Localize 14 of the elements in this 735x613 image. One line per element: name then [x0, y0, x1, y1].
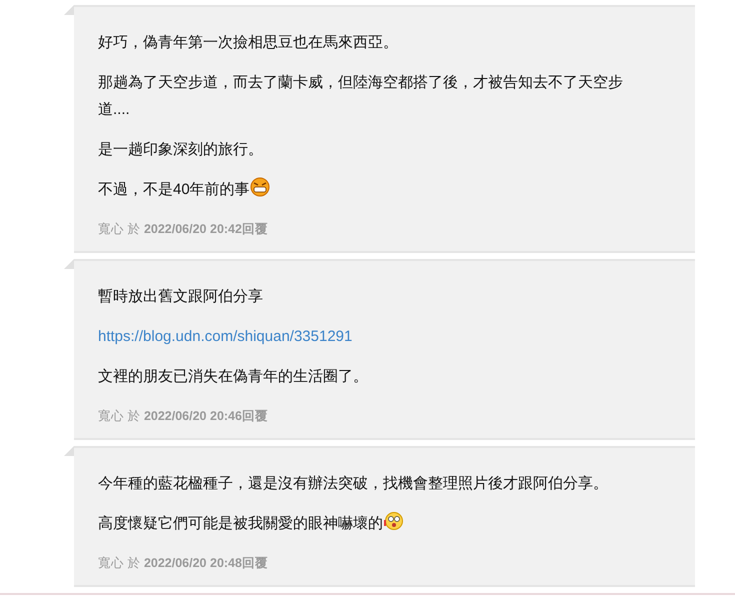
comment-text: 暫時放出舊文跟阿伯分享 — [98, 288, 263, 305]
reply-meta: 寬心 於 2022/06/20 20:46回覆 — [98, 408, 269, 425]
reply-meta: 寬心 於 2022/06/20 20:42回覆 — [98, 221, 269, 238]
reply-meta: 寬心 於 2022/06/20 20:48回覆 — [98, 555, 269, 572]
shocked-face-icon — [383, 511, 403, 531]
comment-text: 不過，不是40年前的事 — [98, 181, 250, 198]
blog-link[interactable]: https://blog.udn.com/shiquan/3351291 — [98, 328, 352, 345]
comment-text: 今年種的藍花楹種子，還是沒有辦法突破，找機會整理照片後才跟阿伯分享。 — [98, 475, 608, 492]
comment-text: 好巧，偽青年第一次撿相思豆也在馬來西亞。 — [98, 34, 398, 51]
grinning-face-icon — [250, 177, 270, 197]
comment-text: 高度懷疑它們可能是被我關愛的眼神嚇壞的 — [98, 515, 383, 532]
comment-text: 是一趟印象深刻的旅行。 — [98, 141, 263, 158]
comment-text: 那趟為了天空步道，而去了蘭卡威，但陸海空都搭了後，才被告知去不了天空步道.... — [98, 74, 623, 118]
comment-text: 文裡的朋友已消失在偽青年的生活圈了。 — [98, 368, 368, 385]
